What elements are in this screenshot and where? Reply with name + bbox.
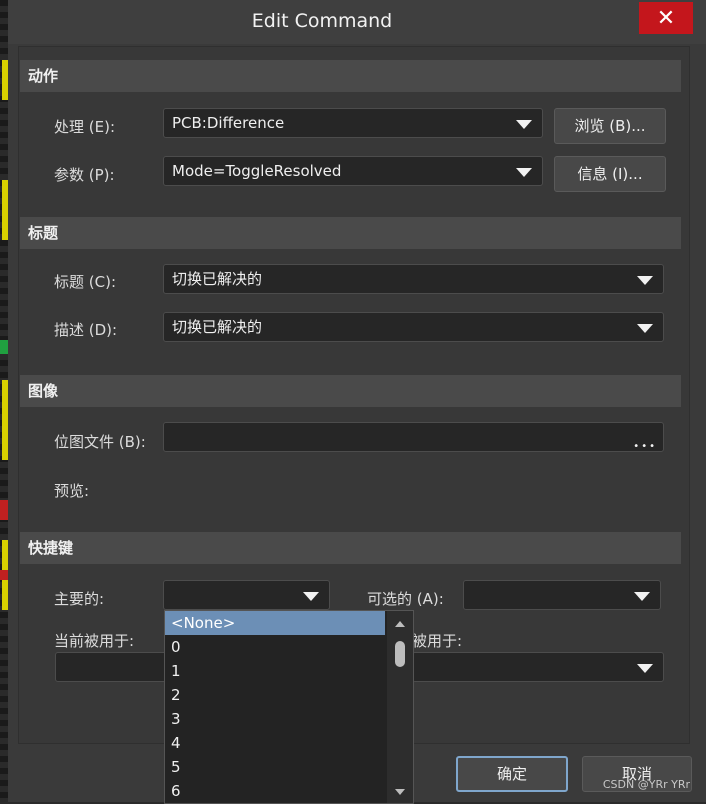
dropdown-scrollbar[interactable] [387,611,413,803]
description-combobox[interactable]: 切换已解决的 [163,312,664,342]
list-item[interactable]: 1 [165,659,385,683]
scroll-down-icon[interactable] [395,789,405,795]
params-value: Mode=ToggleResolved [172,162,342,180]
process-combobox[interactable]: PCB:Difference [163,108,543,138]
bitmap-file-input[interactable]: ••• [163,422,664,452]
list-item[interactable]: 4 [165,731,385,755]
currently-used-left-field[interactable] [55,652,173,682]
description-label: 描述 (D): [54,321,118,339]
primary-shortcut-dropdown-list[interactable]: <None> 0 1 2 3 4 5 6 [164,610,414,804]
watermark: CSDN @YRr YRr [602,778,690,791]
description-value: 切换已解决的 [172,318,263,336]
list-item[interactable]: 5 [165,755,385,779]
bitmap-file-label: 位图文件 (B): [54,433,146,451]
ok-button[interactable]: 确定 [456,756,568,792]
section-header-shortcut: 快捷键 [20,532,681,564]
section-header-action: 动作 [20,60,681,92]
section-header-image: 图像 [20,375,681,407]
list-item[interactable]: <None> [165,611,385,635]
close-button[interactable]: ✕ [639,2,693,34]
list-item[interactable]: 0 [165,635,385,659]
dialog-title: Edit Command [251,10,393,32]
primary-shortcut-combobox[interactable] [163,580,330,610]
process-label: 处理 (E): [54,118,116,136]
alternate-shortcut-label: 可选的 (A): [367,590,444,608]
info-button[interactable]: 信息 (I)... [554,156,666,192]
scroll-up-icon[interactable] [395,621,405,627]
chevron-down-icon [637,276,653,285]
close-icon: ✕ [656,5,676,31]
chevron-down-icon [637,664,653,673]
section-header-caption: 标题 [20,217,681,249]
title-value: 切换已解决的 [172,270,263,288]
browse-button[interactable]: 浏览 (B)... [554,108,666,144]
chevron-down-icon [516,120,532,129]
currently-used-label: 当前被用于: [54,632,135,650]
process-value: PCB:Difference [172,114,285,132]
chevron-down-icon [637,324,653,333]
params-label: 参数 (P): [54,166,115,184]
chevron-down-icon [634,592,650,601]
alternate-shortcut-combobox[interactable] [463,580,661,610]
title-combobox[interactable]: 切换已解决的 [163,264,664,294]
list-item[interactable]: 2 [165,683,385,707]
list-item[interactable]: 6 [165,779,385,803]
scrollbar-thumb[interactable] [395,641,405,667]
list-item[interactable]: 3 [165,707,385,731]
currently-used-label-right: 被用于: [412,632,463,650]
chevron-down-icon [516,168,532,177]
title-bar: Edit Command ✕ [8,0,706,44]
currently-used-right-combobox[interactable] [412,652,664,682]
preview-label: 预览: [54,482,90,500]
chevron-down-icon [303,592,319,601]
title-label: 标题 (C): [54,273,116,291]
more-icon[interactable]: ••• [633,433,657,461]
primary-shortcut-label: 主要的: [54,590,105,608]
params-combobox[interactable]: Mode=ToggleResolved [163,156,543,186]
